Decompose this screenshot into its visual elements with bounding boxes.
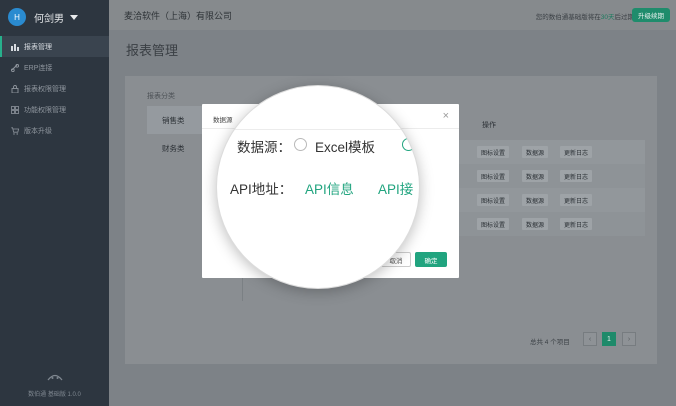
data-source-button[interactable]: 数据源 — [522, 146, 549, 158]
grid-icon — [10, 105, 19, 114]
cart-icon — [10, 126, 19, 135]
api-info-link[interactable]: API信息 — [305, 178, 354, 198]
category-label: 报表分类 — [147, 93, 175, 100]
ops-column-header: 操作 — [482, 122, 496, 129]
api-interface-link[interactable]: API接 — [378, 178, 413, 198]
sidebar-item-report-permissions[interactable]: 报表权限管理 — [0, 78, 109, 99]
sidebar-item-label: 报表权限管理 — [24, 85, 66, 93]
icon-settings-button[interactable]: 图标设置 — [477, 146, 510, 158]
next-page-button[interactable]: › — [622, 332, 636, 346]
page-1-button[interactable]: 1 — [602, 332, 616, 346]
magnifier-lens: 数据源 数据源： Excel模板 API地址： API信息 API接 — [216, 85, 420, 289]
expiry-notice: 您的数伯通基础版将在30天后过期 — [536, 11, 634, 21]
company-name: 麦洽软件（上海）有限公司 — [124, 10, 233, 21]
ok-button[interactable]: 确定 — [415, 252, 447, 267]
sidebar-nav: 报表管理 ERP连接 报表权限管理 功能权限管理 版本升级 — [0, 36, 109, 141]
prev-page-button[interactable]: ‹ — [583, 332, 597, 346]
caret-down-icon — [70, 14, 78, 20]
icon-settings-button[interactable]: 图标设置 — [477, 218, 510, 230]
sidebar-item-report-management[interactable]: 报表管理 — [0, 36, 109, 57]
expiry-days: 30天 — [600, 14, 615, 21]
update-log-button[interactable]: 更新日志 — [560, 194, 593, 206]
user-menu[interactable]: H 何剑男 — [0, 0, 109, 34]
excel-radio[interactable] — [294, 138, 307, 151]
update-log-button[interactable]: 更新日志 — [560, 170, 593, 182]
sidebar-item-upgrade[interactable]: 版本升级 — [0, 120, 109, 141]
top-header: 麦洽软件（上海）有限公司 您的数伯通基础版将在30天后过期 升级续期 — [109, 0, 676, 30]
sidebar-item-label: 报表管理 — [24, 43, 52, 51]
data-source-button[interactable]: 数据源 — [522, 170, 549, 182]
product-version: 数伯通 基础版 1.0.0 — [28, 392, 81, 398]
product-logo: 数伯通 基础版 1.0.0 — [0, 370, 109, 398]
sidebar-item-label: 功能权限管理 — [24, 106, 66, 114]
sidebar-item-erp[interactable]: ERP连接 — [0, 57, 109, 78]
update-log-button[interactable]: 更新日志 — [560, 146, 593, 158]
total-count: 总共 4 个项目 — [530, 339, 570, 346]
excel-option-label: Excel模板 — [315, 140, 376, 155]
modal-divider — [217, 129, 419, 130]
upgrade-button[interactable]: 升级续期 — [632, 8, 670, 22]
avatar: H — [8, 8, 26, 26]
user-name: 何剑男 — [34, 13, 64, 25]
lock-icon — [10, 84, 19, 93]
close-icon[interactable]: × — [443, 110, 449, 122]
update-log-button[interactable]: 更新日志 — [560, 218, 593, 230]
bar-chart-icon — [10, 42, 19, 51]
link-icon — [10, 63, 19, 72]
logo-icon — [46, 374, 63, 381]
api-radio[interactable] — [402, 138, 415, 151]
sidebar-item-label: ERP连接 — [24, 64, 53, 72]
icon-settings-button[interactable]: 图标设置 — [477, 170, 510, 182]
data-source-button[interactable]: 数据源 — [522, 218, 549, 230]
expiry-prefix: 您的数伯通基础版将在 — [535, 14, 601, 21]
sidebar: H 何剑男 报表管理 ERP连接 报表权限管理 功能权限管理 版本升级 数伯通 … — [0, 0, 109, 406]
sidebar-item-function-permissions[interactable]: 功能权限管理 — [0, 99, 109, 120]
page-title: 报表管理 — [126, 43, 179, 58]
modal-title-magnified: 数据源 — [217, 118, 232, 125]
api-address-label: API地址： — [230, 182, 293, 197]
data-source-button[interactable]: 数据源 — [522, 194, 549, 206]
sidebar-item-label: 版本升级 — [24, 127, 52, 135]
magnified-content: 数据源 数据源： Excel模板 API地址： API信息 API接 — [217, 86, 419, 288]
source-label: 数据源： — [237, 140, 291, 155]
icon-settings-button[interactable]: 图标设置 — [477, 194, 510, 206]
